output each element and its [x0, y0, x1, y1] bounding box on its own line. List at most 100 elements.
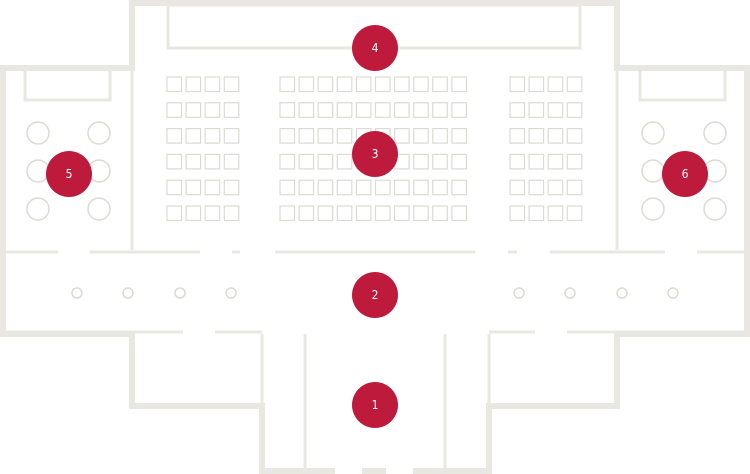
marker-6[interactable]: 6 [662, 151, 708, 197]
seat [432, 128, 448, 144]
seat [413, 179, 429, 196]
seat [317, 76, 334, 93]
seat [547, 205, 564, 222]
marker-1[interactable]: 1 [352, 382, 398, 428]
round-table [641, 197, 665, 221]
seat [566, 153, 583, 170]
seat [317, 179, 334, 196]
seat [185, 128, 202, 144]
seat [223, 76, 240, 93]
seat [204, 153, 221, 170]
seat [394, 76, 410, 93]
seat [317, 153, 334, 170]
seat [279, 76, 296, 93]
round-table [641, 121, 665, 145]
seat [336, 76, 353, 93]
seat [298, 153, 315, 170]
seat [451, 102, 467, 118]
marker-3[interactable]: 3 [352, 131, 398, 177]
seat [185, 153, 202, 170]
seat [432, 205, 448, 222]
round-table [87, 197, 111, 221]
marker-2[interactable]: 2 [352, 272, 398, 318]
seat [394, 205, 410, 222]
seat [166, 179, 183, 196]
seat [374, 102, 391, 118]
seat [566, 179, 583, 196]
seat [317, 102, 334, 118]
seat [279, 153, 296, 170]
seat [432, 102, 448, 118]
column [564, 287, 576, 299]
seat [509, 76, 526, 93]
column [122, 287, 134, 299]
seat [528, 205, 545, 222]
seat [223, 205, 240, 222]
seat [298, 102, 315, 118]
seat [279, 179, 296, 196]
seat [528, 128, 545, 144]
seat [279, 205, 296, 222]
seat [185, 179, 202, 196]
marker-6-label: 6 [682, 167, 689, 181]
floor-plan: 1 2 3 4 5 6 [0, 0, 750, 474]
round-table [703, 197, 727, 221]
seat [355, 205, 372, 222]
seat [279, 102, 296, 118]
seat [394, 102, 410, 118]
seat [528, 179, 545, 196]
seat [432, 153, 448, 170]
seat [509, 128, 526, 144]
seat [413, 102, 429, 118]
round-table [26, 159, 50, 183]
seat [566, 205, 583, 222]
seat [336, 128, 353, 144]
seat [432, 179, 448, 196]
seat [298, 128, 315, 144]
seat [374, 179, 391, 196]
marker-4-label: 4 [372, 41, 379, 55]
seat [451, 179, 467, 196]
round-table [641, 159, 665, 183]
seat [451, 153, 467, 170]
seat [317, 128, 334, 144]
marker-5-label: 5 [66, 167, 73, 181]
column [667, 287, 679, 299]
marker-4[interactable]: 4 [352, 25, 398, 71]
seat [413, 76, 429, 93]
seat [185, 205, 202, 222]
seat [223, 153, 240, 170]
seat [432, 76, 448, 93]
marker-1-label: 1 [372, 398, 379, 412]
seat [547, 179, 564, 196]
seat [204, 179, 221, 196]
seat [528, 102, 545, 118]
seat [547, 102, 564, 118]
marker-5[interactable]: 5 [46, 151, 92, 197]
seat [566, 128, 583, 144]
column [225, 287, 237, 299]
seat [394, 128, 410, 144]
seat [204, 76, 221, 93]
column [71, 287, 83, 299]
seat [204, 102, 221, 118]
seat [394, 179, 410, 196]
seat [166, 76, 183, 93]
round-table [26, 121, 50, 145]
seat [528, 76, 545, 93]
seat [355, 179, 372, 196]
seat [509, 179, 526, 196]
round-table [703, 121, 727, 145]
seat [204, 128, 221, 144]
seat [223, 128, 240, 144]
seat [413, 128, 429, 144]
seat [509, 153, 526, 170]
seat [451, 128, 467, 144]
seat [413, 205, 429, 222]
seat [166, 128, 183, 144]
seat [279, 128, 296, 144]
seat [547, 153, 564, 170]
seat [547, 76, 564, 93]
column [616, 287, 628, 299]
seating-block-left [166, 76, 240, 222]
